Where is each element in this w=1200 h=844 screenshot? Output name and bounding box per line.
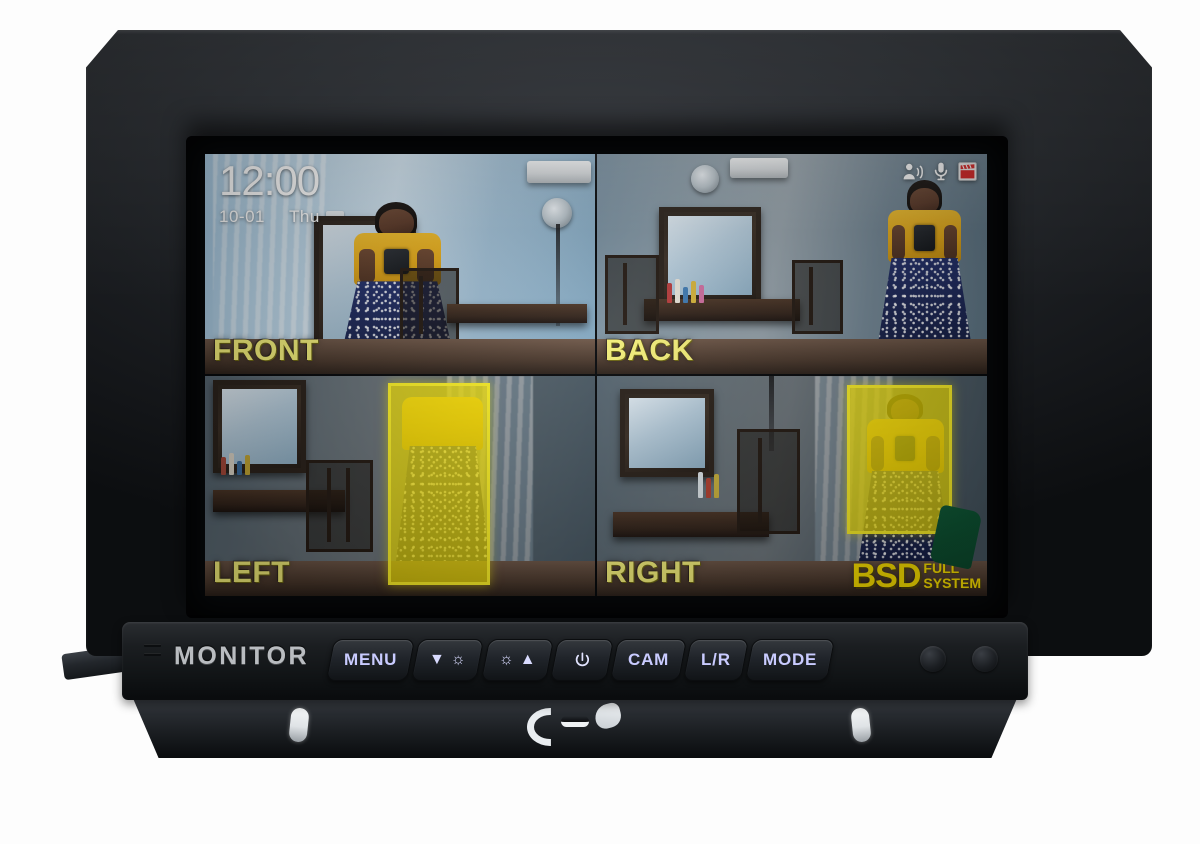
- bracket-tab: [592, 701, 624, 731]
- display-screen[interactable]: 12:00 10-01 Thu FRONT BACK LEFT BSD FULL…: [205, 154, 987, 596]
- osd-clock: 12:00 10-01 Thu: [219, 157, 320, 226]
- bottles: [667, 277, 705, 304]
- chair-back: [306, 459, 373, 552]
- mirror-glass: [629, 398, 705, 469]
- osd-date: 10-01 Thu: [219, 208, 320, 225]
- mode-button[interactable]: MODE: [745, 639, 836, 681]
- bsd-logo-text: BSD: [851, 556, 922, 595]
- screenshot-root: 12:00 10-01 Thu FRONT BACK LEFT BSD FULL…: [0, 0, 1200, 844]
- arm-left: [892, 224, 906, 260]
- bracket-center-mount: [527, 701, 624, 748]
- camera-pane-front[interactable]: 12:00 10-01 Thu FRONT: [205, 154, 595, 374]
- control-bar: MONITOR MENU ▼ ☼ ☼ ▲ CAM L/R MODE: [122, 622, 1028, 700]
- bracket-hole: [561, 716, 589, 727]
- lr-button[interactable]: L/R: [683, 639, 750, 681]
- monitor-brand-label: MONITOR: [174, 642, 310, 670]
- lr-button-label: L/R: [701, 650, 731, 669]
- button-row: MENU ▼ ☼ ☼ ▲ CAM L/R MODE: [325, 639, 836, 681]
- detection-box-left: [388, 382, 490, 585]
- chair-slat-2: [345, 467, 350, 543]
- arm-right: [943, 224, 958, 260]
- arm-left: [358, 248, 375, 284]
- up-brightness-glyph: ☼ ▲: [498, 651, 536, 668]
- chair-slat: [327, 467, 332, 543]
- chair-slat: [758, 437, 763, 524]
- bottle: [244, 454, 250, 475]
- vent-slot: [144, 644, 161, 647]
- bracket-slot-right: [850, 707, 872, 743]
- osd-time: 12:00: [219, 157, 320, 204]
- microphone-icon: [934, 162, 948, 181]
- voice-alert-icon: [902, 163, 924, 181]
- bottle: [236, 460, 242, 475]
- bottle: [667, 283, 673, 304]
- air-conditioner: [527, 160, 592, 183]
- camera-label-left: LEFT: [213, 556, 290, 589]
- brightness-down-button[interactable]: ▼ ☼: [411, 639, 485, 681]
- power-icon: [573, 652, 590, 669]
- bottle: [675, 279, 681, 304]
- camera-label-right: RIGHT: [605, 556, 701, 589]
- status-icon-group: [902, 162, 977, 181]
- bottles: [698, 468, 720, 499]
- bottle: [220, 456, 226, 475]
- chair-slat: [623, 262, 628, 325]
- chair-back: [604, 255, 660, 335]
- camera-pane-back[interactable]: BACK: [597, 154, 987, 374]
- bottle: [699, 285, 705, 304]
- table: [446, 303, 588, 324]
- bottle: [698, 472, 704, 499]
- detection-box-right: [846, 384, 952, 535]
- mode-button-label: MODE: [763, 650, 818, 669]
- chair-back-2: [792, 259, 843, 335]
- quad-view-grid: 12:00 10-01 Thu FRONT BACK LEFT BSD FULL…: [205, 154, 987, 596]
- chair-slat: [809, 266, 814, 326]
- camera-pane-right[interactable]: BSD FULL SYSTEM RIGHT: [597, 376, 987, 596]
- menu-button-label: MENU: [344, 650, 398, 669]
- down-brightness-glyph: ▼ ☼: [429, 651, 467, 668]
- mobile-phone: [914, 224, 935, 251]
- chair-slat: [418, 275, 423, 334]
- recording-icon: [958, 162, 977, 181]
- speaker-vents: [144, 644, 161, 656]
- bottle: [714, 474, 720, 499]
- bottle: [691, 281, 697, 304]
- mirror: [620, 389, 714, 478]
- cam-button-label: CAM: [627, 650, 670, 669]
- air-conditioner: [729, 158, 788, 179]
- cam-button[interactable]: CAM: [609, 639, 688, 681]
- menu-button[interactable]: MENU: [325, 639, 416, 681]
- camera-label-back: BACK: [605, 334, 694, 367]
- wall-fan: [690, 165, 719, 193]
- bracket-slot-left: [288, 707, 310, 743]
- light-sensor-icon: [972, 646, 998, 672]
- ir-receiver-icon: [920, 646, 946, 672]
- chair-back: [737, 428, 800, 535]
- brightness-up-button[interactable]: ☼ ▲: [480, 639, 555, 681]
- bsd-logo-line2: SYSTEM: [923, 574, 981, 591]
- person-figure: [874, 180, 975, 366]
- bottles: [220, 451, 250, 475]
- bottle: [683, 287, 689, 304]
- bottle: [228, 452, 234, 475]
- bottle: [706, 478, 712, 499]
- camera-pane-left[interactable]: LEFT: [205, 376, 595, 596]
- mounting-bracket: [132, 696, 1018, 758]
- osd-date-value: 10-01: [219, 207, 265, 226]
- camera-label-front: FRONT: [213, 334, 319, 367]
- vent-slot: [144, 653, 161, 656]
- osd-weekday: Thu: [288, 207, 320, 226]
- power-button[interactable]: [549, 639, 615, 681]
- bracket-hook: [527, 708, 551, 746]
- sensor-group: [920, 646, 998, 672]
